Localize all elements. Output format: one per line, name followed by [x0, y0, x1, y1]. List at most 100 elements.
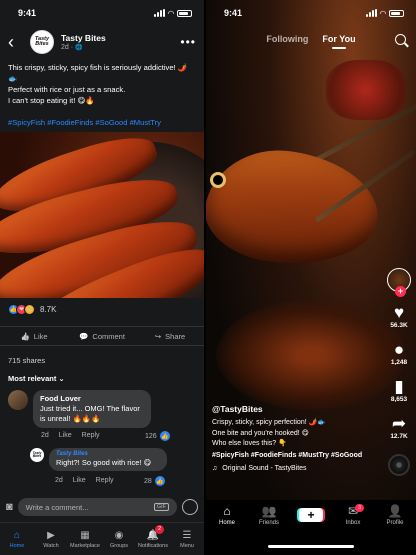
post-caption-line: I can't stop eating it! 😋🔥: [8, 96, 95, 105]
comments-button[interactable]: ● 1,248: [391, 340, 407, 367]
search-icon[interactable]: [395, 34, 406, 45]
status-bar: 9:41 ◠: [0, 0, 204, 26]
comment-like-count[interactable]: 126 👍: [145, 431, 170, 441]
gif-icon[interactable]: GIF: [153, 503, 169, 511]
share-count[interactable]: 715 shares: [8, 356, 45, 365]
nav-menu[interactable]: ☰ Menu: [170, 523, 204, 555]
bottom-nav: ⌂ Home ▶ Watch ▦ Marketplace ◉ Groups 🔔 2 Noti…: [0, 522, 204, 555]
profile-icon: 👤: [387, 504, 403, 518]
music-note-icon: ♫: [212, 464, 218, 472]
video-background[interactable]: [206, 0, 416, 555]
like-button[interactable]: ♥ 56.3K: [390, 304, 407, 330]
home-indicator: [268, 545, 354, 548]
marketplace-icon: ▦: [80, 529, 90, 541]
save-button[interactable]: ▮ 8,653: [391, 377, 407, 404]
tiktok-app: 9:41 ◠ Following For You + ♥ 56.3K ● 1,248…: [206, 0, 416, 555]
fish-eye: [210, 172, 226, 188]
comment-like-count[interactable]: 28 👍: [144, 476, 165, 486]
signal-icon: [365, 9, 377, 17]
nav-marketplace[interactable]: ▦ Marketplace: [68, 523, 102, 555]
commenter-name[interactable]: Tasty Bites: [56, 451, 160, 457]
video-hashtags[interactable]: #SpicyFish #FoodieFinds #MustTry #SoGood: [212, 452, 372, 459]
back-icon[interactable]: ‹: [8, 33, 24, 51]
nav-watch[interactable]: ▶ Watch: [34, 523, 68, 555]
comment-icon: ●: [393, 340, 405, 359]
post-caption: This crispy, sticky, spicy fish is serio…: [8, 62, 196, 106]
status-time: 9:41: [224, 8, 243, 18]
watch-icon: ▶: [47, 529, 55, 541]
comment-icon: 💬: [79, 331, 89, 341]
friends-icon: 👥: [261, 504, 277, 518]
post-caption-line: Perfect with rice or just as a snack.: [8, 85, 126, 94]
post-timestamp: 2d · 🌐: [61, 44, 83, 51]
post-actions: 👍 Like 💬 Comment ↪ Share: [0, 326, 204, 346]
wifi-icon: ◠: [379, 8, 386, 18]
comment-text: Just tried it... OMG! The flavor is unre…: [40, 404, 140, 423]
thumbs-up-icon: 👍: [20, 331, 30, 341]
creator-avatar[interactable]: +: [387, 268, 411, 297]
facebook-app: 9:41 ◠ ‹ Tasty Bites Tasty Bites 2d · 🌐 …: [0, 0, 204, 555]
comment-input[interactable]: Write a comment... GIF: [17, 498, 177, 516]
comment-meta: 2d Like Reply: [41, 432, 100, 439]
commenter-name[interactable]: Food Lover: [40, 394, 144, 403]
post-caption-line: This crispy, sticky, spicy fish is serio…: [8, 63, 188, 83]
share-button[interactable]: ➦ 12.7K: [390, 414, 407, 441]
comment-button[interactable]: 💬 Comment: [68, 327, 136, 345]
comment-text: Right?! So good with rice! 😋: [56, 458, 152, 467]
wow-reaction-icon: 😮: [24, 304, 35, 315]
camera-icon[interactable]: ◙: [6, 501, 13, 513]
battery-icon: [389, 9, 404, 17]
signal-icon: [153, 9, 165, 17]
share-icon: ↪: [154, 331, 162, 341]
nav-groups[interactable]: ◉ Groups: [102, 523, 136, 555]
comment-age: 2d: [41, 432, 49, 439]
creator-username[interactable]: @TastyBites: [212, 404, 372, 414]
page-name[interactable]: Tasty Bites: [61, 33, 180, 43]
post-photo[interactable]: [0, 132, 204, 298]
status-time: 9:41: [18, 8, 37, 18]
tab-for-you[interactable]: For You: [322, 34, 356, 49]
bookmark-icon: ▮: [394, 377, 404, 396]
emoji-icon[interactable]: [182, 499, 198, 515]
create-icon: +: [299, 508, 323, 522]
comment-like-link[interactable]: Like: [59, 432, 72, 439]
share-button[interactable]: ↪ Share: [136, 327, 204, 345]
battery-icon: [177, 9, 192, 17]
action-rail: + ♥ 56.3K ● 1,248 ▮ 8,653 ➦ 12.7K: [387, 268, 411, 476]
comment-sort-dropdown[interactable]: Most relevant ⌄: [8, 374, 65, 383]
reaction-summary[interactable]: 👍 ❤ 😮 8.7K: [8, 304, 56, 315]
background-bokeh: [326, 60, 406, 120]
thumbs-up-icon: 👍: [159, 431, 170, 441]
tab-following[interactable]: Following: [266, 34, 308, 44]
comment-reply-link[interactable]: Reply: [82, 432, 100, 439]
nav-home[interactable]: ⌂ Home: [0, 523, 34, 555]
bottom-nav: ⌂ Home 👥 Friends + ✉ 3 Inbox 👤 Profile: [206, 500, 416, 555]
like-button[interactable]: 👍 Like: [0, 327, 68, 345]
nav-notifications[interactable]: 🔔 2 Notifications: [136, 523, 170, 555]
post-hashtags[interactable]: #SpicyFish #FoodieFinds #SoGood #MustTry: [8, 118, 161, 127]
status-bar: 9:41 ◠: [206, 0, 416, 26]
more-options-icon[interactable]: •••: [180, 35, 196, 49]
nav-home[interactable]: ⌂ Home: [206, 504, 248, 555]
reply-comment: Tasty Bites Tasty Bites Right?! So good …: [30, 448, 167, 471]
nav-profile[interactable]: 👤 Profile: [374, 504, 416, 555]
comment-meta: 2d Like Reply: [55, 477, 114, 484]
commenter-avatar[interactable]: [8, 390, 28, 410]
comment-reply-link[interactable]: Reply: [96, 477, 114, 484]
comment-like-link[interactable]: Like: [73, 477, 86, 484]
menu-icon: ☰: [182, 529, 192, 541]
commenter-avatar[interactable]: Tasty Bites: [30, 448, 44, 462]
comment-age: 2d: [55, 477, 63, 484]
reaction-count: 8.7K: [40, 305, 57, 314]
feed-tabs: Following For You: [206, 34, 416, 49]
wifi-icon: ◠: [167, 8, 174, 18]
post-header: ‹ Tasty Bites Tasty Bites 2d · 🌐 •••: [0, 28, 204, 56]
home-icon: ⌂: [13, 529, 21, 541]
follow-plus-icon[interactable]: +: [395, 286, 406, 297]
page-avatar[interactable]: Tasty Bites: [30, 30, 54, 54]
groups-icon: ◉: [114, 529, 124, 541]
inbox-badge: 3: [355, 504, 365, 512]
share-arrow-icon: ➦: [391, 414, 407, 433]
music-disc-icon[interactable]: [388, 454, 410, 476]
sound-link[interactable]: ♫ Original Sound - TastyBites: [212, 465, 372, 472]
